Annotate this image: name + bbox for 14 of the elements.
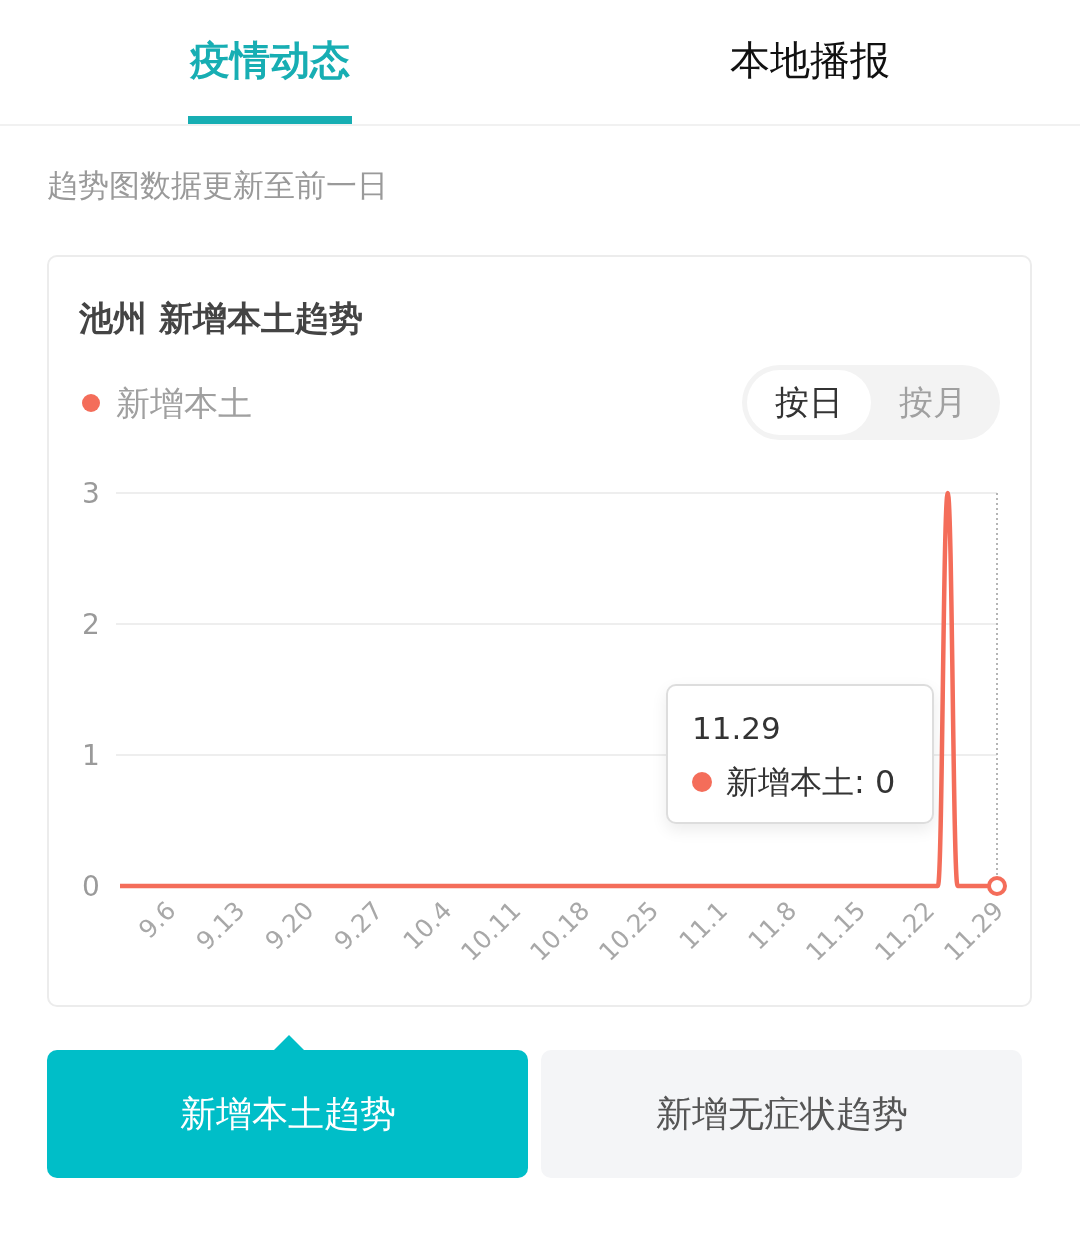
update-note: 趋势图数据更新至前一日	[47, 166, 388, 205]
legend-label: 新增本土	[116, 381, 252, 425]
y-axis-label: 0	[82, 869, 100, 903]
chart-title: 池州 新增本土趋势	[79, 297, 363, 340]
y-axis-label: 3	[82, 476, 100, 510]
tooltip-date: 11.29	[692, 709, 781, 748]
period-option[interactable]: 按日	[747, 370, 871, 435]
y-axis-label: 2	[82, 607, 100, 641]
tooltip-value: 新增本土: 0	[726, 762, 896, 803]
tab[interactable]: 本地播报	[728, 0, 892, 124]
ring-marker-icon	[987, 876, 1007, 896]
y-axis-label: 1	[82, 738, 100, 772]
x-axis-label: 9.6	[132, 895, 182, 945]
trend-tab[interactable]: 新增无症状趋势	[541, 1050, 1022, 1178]
